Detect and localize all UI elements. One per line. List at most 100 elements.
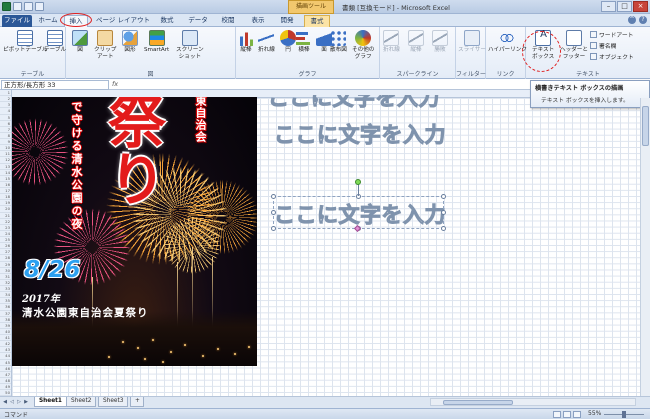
group-label-illustrations: 図 (147, 71, 154, 78)
sparkline-winloss-icon (432, 30, 448, 46)
tab-home[interactable]: ホーム (35, 15, 61, 27)
table-button[interactable]: テーブル (44, 30, 66, 54)
tab-data[interactable]: データ (186, 15, 210, 27)
drawing-tools-context-label: 描画ツール (288, 0, 334, 14)
maximize-button[interactable]: □ (617, 1, 632, 12)
sparkline-line-button[interactable]: 折れ線 (383, 30, 400, 54)
sparkline-column-button[interactable]: 縦棒 (408, 30, 424, 54)
horizontal-scroll-thumb[interactable] (443, 400, 513, 405)
shapes-icon (122, 30, 138, 46)
header-footer-button[interactable]: ヘッダーと フッター (560, 30, 588, 60)
poster-subtitle: で守ける清水公園の夜 (70, 101, 83, 231)
minimize-ribbon-icon[interactable]: ^ (628, 16, 636, 24)
undo-icon[interactable] (24, 2, 33, 11)
shapes-button[interactable]: 図形 (122, 30, 138, 54)
table-icon (47, 30, 64, 46)
vertical-scroll-thumb[interactable] (642, 106, 649, 146)
tab-page-layout[interactable]: ページ レイアウト (96, 15, 150, 27)
wordart-button[interactable]: ワードアート (590, 30, 633, 39)
next-sheet-arrow-icon[interactable]: ▷ (16, 399, 22, 406)
tab-file[interactable]: ファイル (2, 15, 32, 27)
quick-access-toolbar (2, 2, 44, 11)
resize-handle[interactable] (441, 226, 446, 231)
close-button[interactable]: × (633, 1, 648, 12)
name-box[interactable]: 正方形/長方形 33 (1, 80, 109, 90)
normal-view-icon[interactable] (553, 411, 561, 418)
zoom-knob[interactable] (622, 411, 626, 418)
rotation-handle[interactable] (355, 179, 361, 185)
sparkline-column-icon (408, 30, 424, 46)
pie-chart-button[interactable]: 円 (280, 30, 296, 54)
tab-review[interactable]: 校閲 (217, 15, 239, 27)
tab-developer[interactable]: 開発 (276, 15, 298, 27)
page-layout-view-icon[interactable] (563, 411, 571, 418)
resize-handle[interactable] (271, 194, 276, 199)
scatter-chart-button[interactable]: 散布図 (330, 30, 347, 54)
line-chart-button[interactable]: 折れ線 (258, 30, 275, 54)
line-chart-icon (258, 30, 275, 46)
wordart-textbox-2[interactable]: ここに文字を入力 (274, 119, 447, 149)
group-label-charts: グラフ (298, 71, 317, 78)
formula-bar: 正方形/長方形 33 fx (0, 80, 530, 90)
bar-chart-button[interactable]: 横棒 (296, 30, 312, 54)
pivot-table-button[interactable]: ピボットテーブル (3, 30, 47, 54)
festival-poster-image[interactable]: 東自治会 で守ける清水公園の夜 祭り 8/26 2017年 清水公園東自治会夏祭… (12, 97, 257, 366)
excel-window: 描画ツール 書類 [互換モード] - Microsoft Excel – □ ×… (0, 0, 650, 419)
textbox-tooltip: 横書きテキスト ボックスの描画 テキスト ボックスを挿入します。 (530, 80, 650, 108)
resize-handle[interactable] (271, 226, 276, 231)
resize-handle[interactable] (271, 210, 276, 215)
group-charts: 縦棒 折れ線 円 横棒 面 散布図 その他の グラフ グラフ (236, 27, 380, 79)
status-bar: コマンド 55% (0, 408, 650, 419)
first-sheet-arrow-icon[interactable]: ◀ (2, 399, 8, 406)
clipart-button[interactable]: クリップ アート (94, 30, 116, 60)
new-sheet-icon[interactable]: + (130, 397, 144, 407)
sparkline-winloss-button[interactable]: 勝敗 (432, 30, 448, 54)
wordart-icon (590, 31, 597, 38)
sheet-tab-3[interactable]: Sheet3 (98, 397, 129, 407)
hyperlink-icon (499, 30, 516, 46)
group-links: ハイパーリンク リンク (486, 27, 527, 79)
object-icon (590, 53, 597, 60)
screenshot-button[interactable]: スクリーン ショット (176, 30, 204, 60)
resize-handle[interactable] (441, 194, 446, 199)
tab-view[interactable]: 表示 (247, 15, 269, 27)
prev-sheet-arrow-icon[interactable]: ◁ (9, 399, 15, 406)
insert-tab-highlight (60, 13, 92, 27)
object-button[interactable]: オブジェクト (590, 52, 634, 61)
window-title: 書類 [互換モード] - Microsoft Excel (342, 4, 450, 12)
sheet-tab-1[interactable]: Sheet1 (34, 397, 67, 407)
tab-formulas[interactable]: 数式 (156, 15, 178, 27)
minimize-button[interactable]: – (601, 1, 616, 12)
last-sheet-arrow-icon[interactable]: ▶ (23, 399, 29, 406)
sheet-tab-2[interactable]: Sheet2 (66, 397, 97, 407)
vertical-scrollbar[interactable] (640, 98, 650, 396)
page-break-view-icon[interactable] (573, 411, 581, 418)
smartart-button[interactable]: SmartArt (144, 30, 169, 54)
slicer-button[interactable]: スライサー (458, 30, 486, 54)
group-label-sparklines: スパークライン (396, 71, 439, 78)
row-headers: 1 2 3 4 5 6 7 8 9 10 11 12 13 14 15 16 17 18 19 20 21 22 23 24 2… (0, 90, 12, 396)
firework-burst (12, 117, 70, 187)
redo-icon[interactable] (35, 2, 44, 11)
bar-chart-icon (296, 30, 312, 46)
pie-chart-icon (280, 30, 296, 46)
signature-line-button[interactable]: 署名欄 (590, 41, 616, 50)
tooltip-title: 横書きテキスト ボックスの描画 (535, 85, 624, 92)
picture-button[interactable]: 図 (72, 30, 88, 54)
ribbon-tabs: ファイル ホーム 挿入 ページ レイアウト 数式 データ 校閲 表示 開発 書式… (0, 14, 650, 27)
other-charts-icon (355, 30, 372, 46)
tab-format[interactable]: 書式 (304, 15, 330, 27)
zoom-slider[interactable] (604, 411, 644, 418)
horizontal-scrollbar[interactable] (430, 398, 636, 406)
excel-app-icon[interactable] (2, 2, 11, 11)
group-label-filter: フィルター (456, 71, 486, 78)
poster-event-name: 清水公園東自治会夏祭り (22, 307, 149, 319)
column-chart-button[interactable]: 縦棒 (238, 30, 254, 54)
fx-icon[interactable]: fx (112, 80, 118, 88)
other-charts-button[interactable]: その他の グラフ (352, 30, 374, 60)
save-icon[interactable] (13, 2, 22, 11)
resize-handle[interactable] (441, 210, 446, 215)
zoom-level[interactable]: 55% (588, 410, 601, 417)
help-icon[interactable]: ? (639, 16, 647, 24)
tooltip-description: テキスト ボックスを挿入します。 (541, 98, 629, 104)
